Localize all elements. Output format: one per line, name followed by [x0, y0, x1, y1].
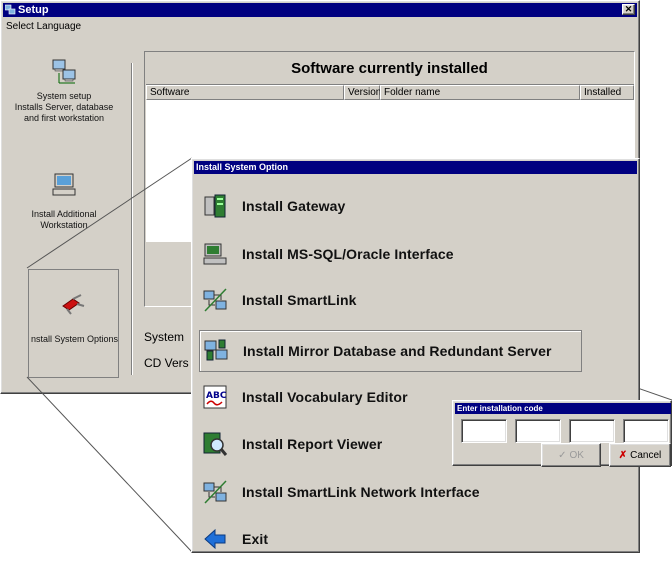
abc-spellcheck-icon: ABC	[202, 384, 228, 410]
code-field-4[interactable]	[623, 419, 669, 443]
option-label: Install Vocabulary Editor	[242, 389, 408, 405]
option-install-ms-sql-oracle[interactable]: Install MS-SQL/Oracle Interface	[202, 235, 454, 273]
option-label: Install SmartLink Network Interface	[242, 484, 480, 500]
mirror-server-icon	[203, 338, 229, 364]
option-install-mirror-database[interactable]: Install Mirror Database and Redundant Se…	[199, 330, 582, 372]
option-label: Exit	[242, 531, 269, 547]
cancel-label: Cancel	[630, 449, 662, 461]
installation-code-dialog: Enter installation code ✓ OK ✗ Cancel	[452, 400, 672, 467]
install-options-title-bar: Install System Option	[194, 161, 637, 174]
option-label: Install SmartLink	[242, 292, 357, 308]
cancel-button[interactable]: ✗ Cancel	[609, 443, 671, 467]
option-install-report-viewer[interactable]: Install Report Viewer	[202, 425, 382, 463]
code-dialog-title: Enter installation code	[457, 404, 543, 413]
option-install-smartlink-network[interactable]: Install SmartLink Network Interface	[202, 473, 480, 511]
option-label: Install Report Viewer	[242, 436, 383, 452]
ok-label: OK	[569, 449, 584, 461]
option-install-vocabulary-editor[interactable]: ABC Install Vocabulary Editor	[202, 378, 408, 416]
install-options-dialog: Install System Option Install Gateway In…	[191, 158, 640, 553]
svg-text:ABC: ABC	[206, 391, 227, 401]
code-field-3[interactable]	[569, 419, 615, 443]
network-interface-icon	[202, 479, 228, 505]
smartlink-icon	[202, 287, 228, 313]
option-label: Install MS-SQL/Oracle Interface	[242, 246, 454, 262]
option-install-smartlink[interactable]: Install SmartLink	[202, 281, 357, 319]
database-interface-icon	[202, 241, 228, 267]
code-dialog-title-bar: Enter installation code	[455, 403, 671, 414]
cancel-x-icon: ✗	[618, 449, 628, 461]
check-icon: ✓	[558, 449, 567, 461]
option-label: Install Mirror Database and Redundant Se…	[243, 343, 552, 359]
install-options-title: Install System Option	[196, 162, 289, 172]
code-field-1[interactable]	[461, 419, 507, 443]
option-label: Install Gateway	[242, 198, 346, 214]
code-field-2[interactable]	[515, 419, 561, 443]
exit-arrow-icon	[202, 526, 228, 552]
option-install-gateway[interactable]: Install Gateway	[202, 187, 345, 225]
ok-button[interactable]: ✓ OK	[541, 443, 601, 467]
magnifier-icon	[202, 431, 228, 457]
gateway-icon	[202, 193, 228, 219]
option-exit[interactable]: Exit	[202, 520, 268, 558]
